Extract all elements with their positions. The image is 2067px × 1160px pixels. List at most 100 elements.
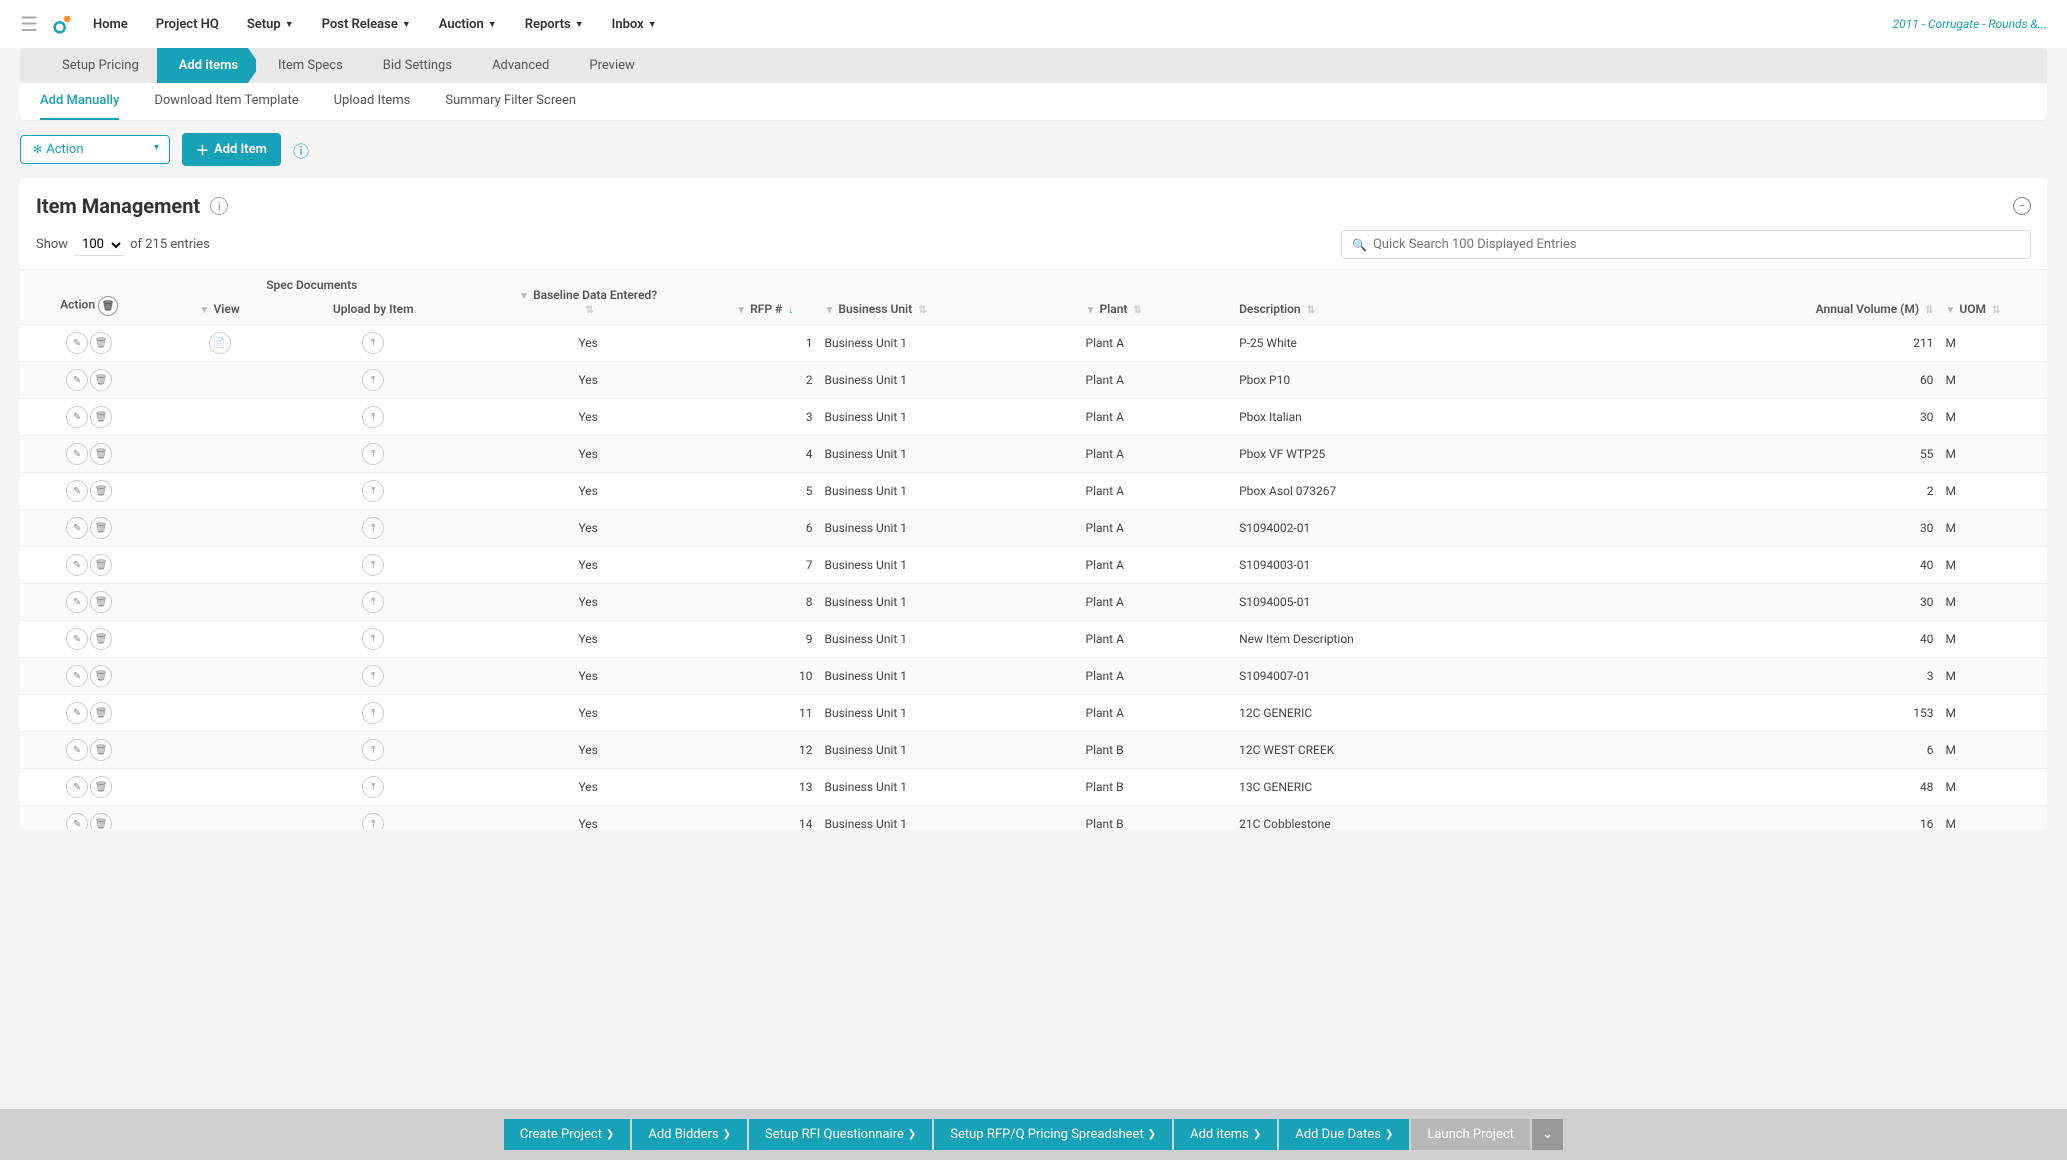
workflow-btn-setup-rfp-q-pricing-spreadsheet[interactable]: Setup RFP/Q Pricing Spreadsheet ❯ (934, 1119, 1172, 1150)
col-bu[interactable]: ▼Business Unit ⇅ (818, 270, 1079, 325)
workflow-btn-add-bidders[interactable]: Add Bidders ❯ (632, 1119, 747, 1150)
workflow-btn-add-items[interactable]: Add items ❯ (1174, 1119, 1277, 1150)
delete-icon[interactable]: 🗑 (90, 702, 112, 724)
search-input[interactable] (1373, 237, 2020, 252)
col-vol[interactable]: Annual Volume (M) ⇅ (1694, 270, 1940, 325)
filter-icon[interactable]: ▼ (200, 305, 210, 316)
sub-tab-summary-filter-screen[interactable]: Summary Filter Screen (445, 83, 576, 120)
delete-icon[interactable]: 🗑 (90, 591, 112, 613)
edit-icon[interactable]: ✎ (66, 369, 88, 391)
show-select[interactable]: 100 (74, 234, 124, 256)
col-upload[interactable]: Upload by Item (281, 294, 465, 325)
info-icon[interactable]: i (210, 197, 228, 215)
nav-item-project-hq[interactable]: Project HQ (156, 17, 219, 32)
upload-icon[interactable]: ⤒ (362, 665, 384, 687)
sub-tab-download-item-template[interactable]: Download Item Template (154, 83, 298, 120)
delete-icon[interactable]: 🗑 (90, 739, 112, 761)
nav-item-auction[interactable]: Auction▼ (439, 17, 497, 32)
edit-icon[interactable]: ✎ (66, 628, 88, 650)
delete-icon[interactable]: 🗑 (90, 776, 112, 798)
col-action[interactable]: Action 🗑 (20, 270, 158, 325)
delete-all-icon[interactable]: 🗑 (98, 296, 118, 316)
nav-item-reports[interactable]: Reports▼ (525, 17, 584, 32)
add-item-button[interactable]: ＋Add Item (182, 133, 281, 166)
step-tab-preview[interactable]: Preview (567, 48, 656, 83)
nav-item-post-release[interactable]: Post Release▼ (322, 17, 411, 32)
collapse-icon[interactable]: − (2013, 197, 2031, 215)
upload-icon[interactable]: ⤒ (362, 369, 384, 391)
sort-icon[interactable]: ⇅ (918, 305, 926, 316)
nav-item-setup[interactable]: Setup▼ (247, 17, 294, 32)
delete-icon[interactable]: 🗑 (90, 628, 112, 650)
view-doc-icon[interactable]: 📄 (209, 332, 231, 354)
delete-icon[interactable]: 🗑 (90, 813, 112, 829)
delete-icon[interactable]: 🗑 (90, 517, 112, 539)
edit-icon[interactable]: ✎ (66, 517, 88, 539)
col-plant[interactable]: ▼Plant ⇅ (1080, 270, 1234, 325)
search-box[interactable]: 🔍 (1341, 230, 2031, 259)
filter-icon[interactable]: ▼ (1945, 305, 1955, 316)
col-baseline[interactable]: ▼Baseline Data Entered?⇅ (465, 270, 711, 325)
upload-icon[interactable]: ⤒ (362, 332, 384, 354)
upload-icon[interactable]: ⤒ (362, 554, 384, 576)
step-tab-advanced[interactable]: Advanced (470, 48, 571, 83)
step-tab-setup-pricing[interactable]: Setup Pricing (40, 48, 161, 83)
edit-icon[interactable]: ✎ (66, 739, 88, 761)
filter-icon[interactable]: ▼ (519, 291, 529, 302)
filter-icon[interactable]: ▼ (736, 305, 746, 316)
delete-icon[interactable]: 🗑 (90, 406, 112, 428)
delete-icon[interactable]: 🗑 (90, 369, 112, 391)
upload-icon[interactable]: ⤒ (362, 702, 384, 724)
sub-tab-add-manually[interactable]: Add Manually (40, 83, 119, 120)
step-tab-add-items[interactable]: Add items (157, 48, 260, 83)
filter-icon[interactable]: ▼ (1086, 305, 1096, 316)
delete-icon[interactable]: 🗑 (90, 332, 112, 354)
upload-icon[interactable]: ⤒ (362, 591, 384, 613)
edit-icon[interactable]: ✎ (66, 813, 88, 829)
delete-icon[interactable]: 🗑 (90, 443, 112, 465)
sort-icon[interactable]: ↓ (788, 305, 793, 316)
edit-icon[interactable]: ✎ (66, 332, 88, 354)
logo-icon[interactable] (53, 14, 73, 34)
help-icon[interactable]: ⓘ (293, 138, 309, 162)
nav-item-inbox[interactable]: Inbox▼ (612, 17, 657, 32)
upload-icon[interactable]: ⤒ (362, 406, 384, 428)
table-wrap[interactable]: Action 🗑 Spec Documents ▼Baseline Data E… (20, 269, 2047, 829)
upload-icon[interactable]: ⤒ (362, 813, 384, 829)
upload-icon[interactable]: ⤒ (362, 480, 384, 502)
sort-icon[interactable]: ⇅ (1992, 305, 2000, 316)
upload-icon[interactable]: ⤒ (362, 776, 384, 798)
edit-icon[interactable]: ✎ (66, 443, 88, 465)
project-label[interactable]: 2011 - Corrugate - Rounds &... (1893, 17, 2047, 31)
col-rfp[interactable]: ▼RFP # ↓ (711, 270, 818, 325)
upload-icon[interactable]: ⤒ (362, 739, 384, 761)
col-desc[interactable]: Description ⇅ (1233, 270, 1694, 325)
workflow-btn-create-project[interactable]: Create Project ❯ (504, 1119, 630, 1150)
delete-icon[interactable]: 🗑 (90, 554, 112, 576)
filter-icon[interactable]: ▼ (824, 305, 834, 316)
nav-item-home[interactable]: Home (93, 17, 128, 32)
delete-icon[interactable]: 🗑 (90, 665, 112, 687)
upload-icon[interactable]: ⤒ (362, 628, 384, 650)
upload-icon[interactable]: ⤒ (362, 517, 384, 539)
sub-tab-upload-items[interactable]: Upload Items (334, 83, 411, 120)
workflow-btn-setup-rfi-questionnaire[interactable]: Setup RFI Questionnaire ❯ (749, 1119, 932, 1150)
col-view[interactable]: ▼View (158, 294, 281, 325)
edit-icon[interactable]: ✎ (66, 665, 88, 687)
col-uom[interactable]: ▼UOM ⇅ (1939, 270, 2047, 325)
workflow-btn-launch-project[interactable]: Launch Project (1411, 1119, 1530, 1150)
step-tab-bid-settings[interactable]: Bid Settings (361, 48, 474, 83)
edit-icon[interactable]: ✎ (66, 591, 88, 613)
sort-icon[interactable]: ⇅ (1133, 305, 1141, 316)
sort-icon[interactable]: ⇅ (1925, 305, 1933, 316)
action-dropdown[interactable]: Action (20, 135, 170, 164)
edit-icon[interactable]: ✎ (66, 702, 88, 724)
edit-icon[interactable]: ✎ (66, 554, 88, 576)
edit-icon[interactable]: ✎ (66, 776, 88, 798)
edit-icon[interactable]: ✎ (66, 406, 88, 428)
sort-icon[interactable]: ⇅ (1307, 305, 1315, 316)
step-tab-item-specs[interactable]: Item Specs (256, 48, 365, 83)
delete-icon[interactable]: 🗑 (90, 480, 112, 502)
hamburger-icon[interactable]: ☰ (20, 12, 38, 36)
upload-icon[interactable]: ⤒ (362, 443, 384, 465)
